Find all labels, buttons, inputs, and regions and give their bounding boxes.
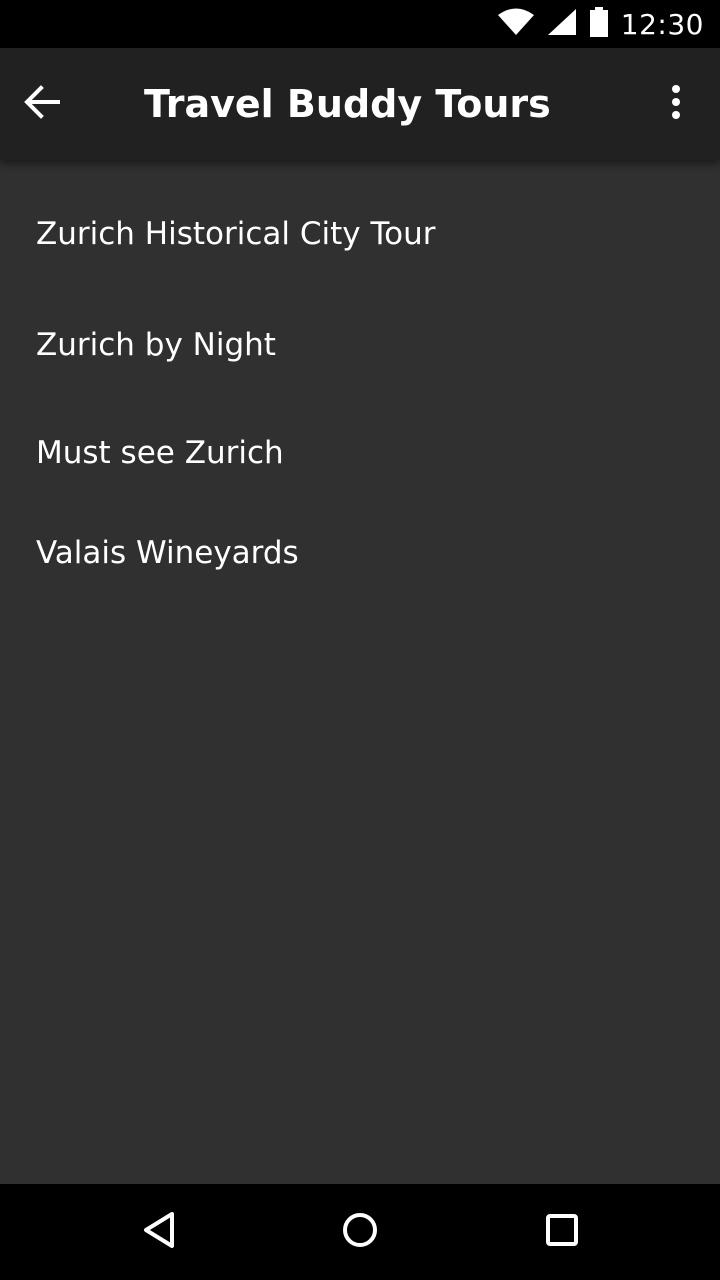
arrow-back-icon [24,84,60,125]
tour-label: Valais Wineyards [36,535,299,571]
system-nav-bar [0,1184,720,1280]
status-icons: 12:30 [497,0,704,48]
recents-square-icon [542,1210,582,1255]
back-triangle-icon [140,1210,180,1255]
status-bar: 12:30 [0,0,720,48]
tour-list-item[interactable]: Valais Wineyards [0,503,720,603]
app-toolbar: Travel Buddy Tours [0,48,720,160]
tour-list: Zurich Historical City Tour Zurich by Ni… [0,160,720,1184]
status-time: 12:30 [620,7,704,41]
tour-list-item[interactable]: Zurich Historical City Tour [0,184,720,284]
cell-signal-icon [547,8,577,41]
tour-label: Zurich Historical City Tour [36,216,436,252]
wifi-icon [497,8,535,41]
nav-home-button[interactable] [300,1184,420,1280]
tour-list-item[interactable]: Zurich by Night [0,295,720,395]
nav-recents-button[interactable] [502,1184,622,1280]
battery-icon [589,6,609,42]
back-button[interactable] [24,80,88,128]
more-vert-icon [670,84,682,125]
tour-label: Must see Zurich [36,435,284,471]
tour-list-item[interactable]: Must see Zurich [0,403,720,503]
nav-back-button[interactable] [100,1184,220,1280]
home-circle-icon [340,1210,380,1255]
page-title: Travel Buddy Tours [144,82,551,126]
tour-label: Zurich by Night [36,327,276,363]
overflow-menu-button[interactable] [652,80,700,128]
